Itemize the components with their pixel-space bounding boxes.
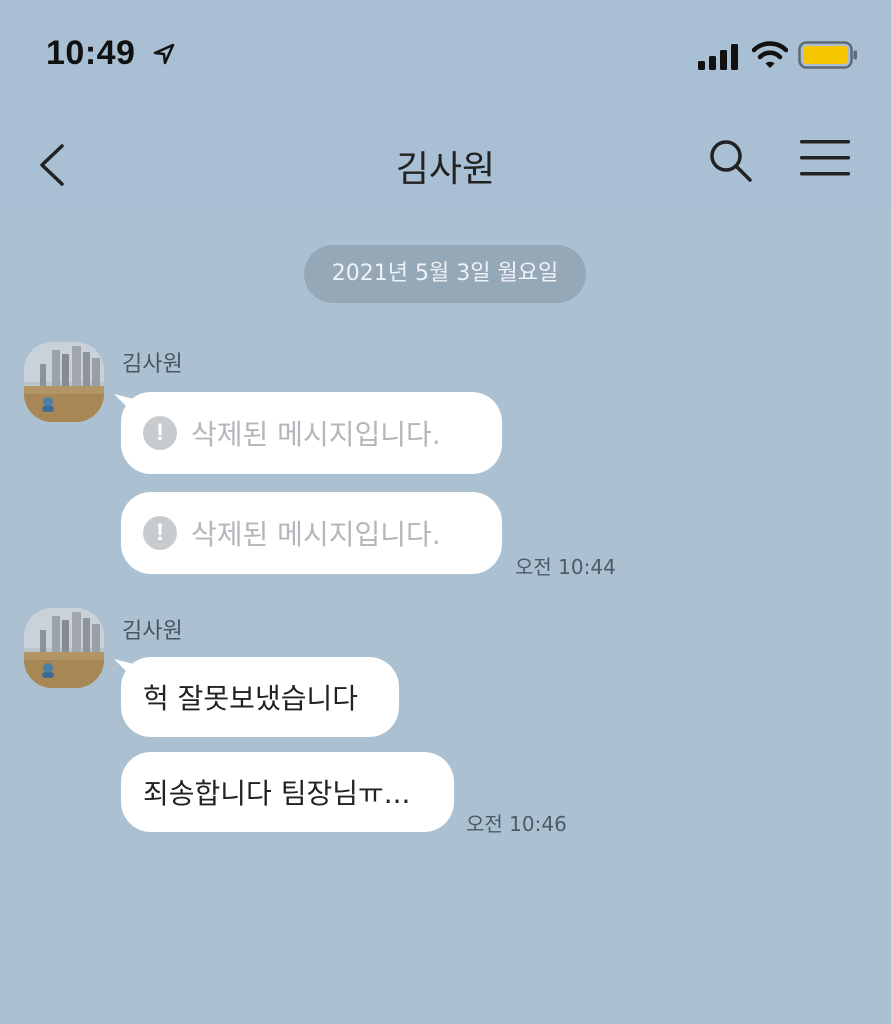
- status-bar: 10:49: [0, 0, 891, 110]
- message-text: 헉 잘못보냈습니다: [143, 682, 358, 715]
- avatar-photo-icon: [24, 608, 104, 688]
- exclamation-icon: !: [143, 416, 177, 450]
- message-text: 삭제된 메시지입니다.: [191, 518, 441, 551]
- sender-avatar[interactable]: [24, 342, 104, 422]
- signal-icon: [698, 44, 738, 70]
- sender-avatar[interactable]: [24, 608, 104, 688]
- chat-title: 김사원: [395, 149, 496, 190]
- message-text: 삭제된 메시지입니다.: [191, 418, 441, 451]
- sender-name: 김사원: [122, 619, 183, 644]
- message-bubble[interactable]: 죄송합니다 팀장님ㅠ...: [121, 752, 454, 832]
- location-arrow-icon: [153, 43, 175, 65]
- message-timestamp: 오전 10:46: [466, 812, 567, 836]
- status-time: 10:49: [46, 34, 136, 72]
- wifi-icon: [752, 41, 788, 68]
- message-text: 죄송합니다 팀장님ㅠ...: [143, 777, 411, 810]
- avatar-photo-icon: [24, 342, 104, 422]
- battery-icon: [798, 41, 857, 69]
- chat-header: 김사원: [0, 110, 891, 210]
- sender-name: 김사원: [122, 352, 183, 377]
- message-bubble-deleted[interactable]: ! 삭제된 메시지입니다.: [121, 492, 502, 574]
- search-icon[interactable]: [706, 136, 754, 184]
- message-bubble-deleted[interactable]: ! 삭제된 메시지입니다.: [121, 392, 502, 474]
- message-timestamp: 오전 10:44: [515, 555, 616, 579]
- date-divider: 2021년 5월 3일 월요일: [304, 245, 586, 303]
- message-bubble[interactable]: 헉 잘못보냈습니다: [121, 657, 399, 737]
- hamburger-menu-icon[interactable]: [798, 136, 852, 180]
- exclamation-icon: !: [143, 516, 177, 550]
